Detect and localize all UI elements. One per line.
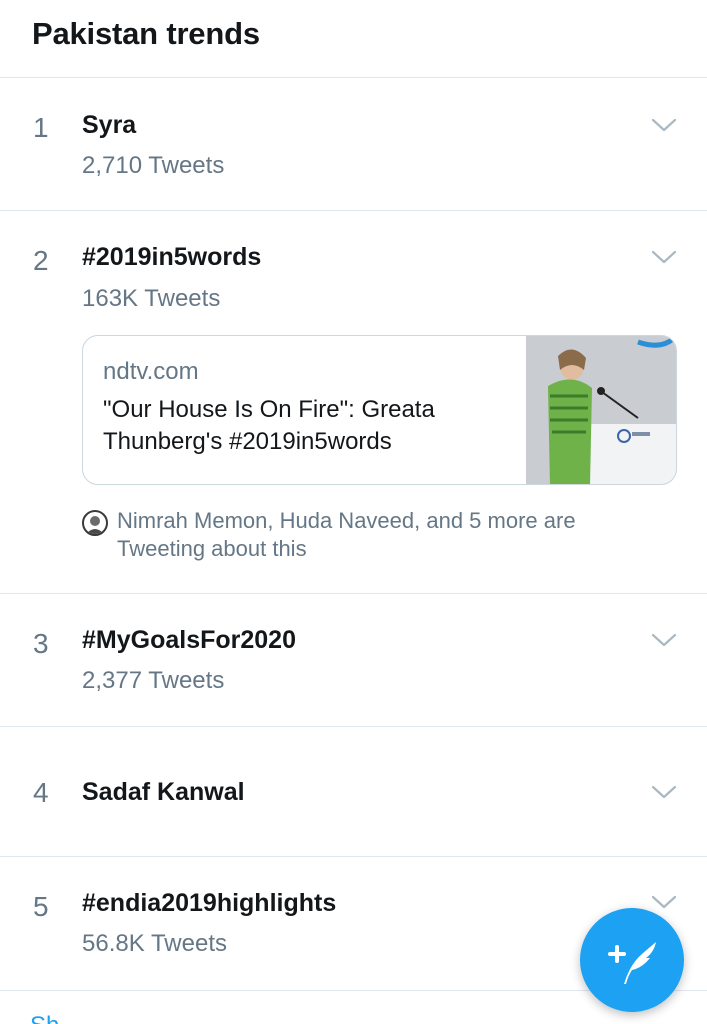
trend-rank: 3 — [33, 628, 49, 659]
social-context-text: Nimrah Memon, Huda Naveed, and 5 more ar… — [117, 508, 576, 561]
chevron-down-icon[interactable] — [651, 784, 677, 800]
chevron-down-icon[interactable] — [651, 249, 677, 265]
trend-tweet-count: 163K Tweets — [82, 285, 221, 312]
page-title: Pakistan trends — [32, 16, 260, 51]
compose-tweet-button[interactable] — [580, 908, 684, 1012]
page-header: Pakistan trends — [0, 0, 707, 78]
trend-tweet-count: 2,710 Tweets — [82, 152, 225, 179]
trend-name: Sadaf Kanwal — [82, 778, 245, 806]
trend-rank: 4 — [33, 777, 49, 808]
trend-item[interactable]: 1 Syra 2,710 Tweets — [0, 78, 707, 211]
user-avatar — [82, 510, 108, 536]
card-title: "Our House Is On Fire": Greata Thunberg'… — [103, 396, 435, 455]
link-preview-card[interactable]: ndtv.com "Our House Is On Fire": Greata … — [82, 335, 677, 485]
card-thumbnail-image — [526, 336, 676, 484]
trend-name: #MyGoalsFor2020 — [82, 626, 296, 654]
chevron-down-icon[interactable] — [651, 632, 677, 648]
trend-rank: 1 — [33, 112, 49, 143]
trends-page: Pakistan trends 1 Syra 2,710 Tweets 2 #2… — [0, 0, 707, 1024]
trend-tweet-count: 2,377 Tweets — [82, 667, 225, 694]
trend-name: #endia2019highlights — [82, 889, 337, 917]
show-more-link[interactable]: Sh — [30, 1012, 59, 1024]
trend-item[interactable]: 2 #2019in5words 163K Tweets ndtv.com "Ou… — [0, 211, 707, 594]
trend-item[interactable]: 4 Sadaf Kanwal — [0, 727, 707, 857]
chevron-down-icon[interactable] — [651, 117, 677, 133]
trend-name: #2019in5words — [82, 243, 262, 271]
trend-rank: 5 — [33, 891, 49, 922]
trend-item[interactable]: 3 #MyGoalsFor2020 2,377 Tweets — [0, 594, 707, 727]
card-domain: ndtv.com — [103, 358, 199, 385]
trend-name: Syra — [82, 111, 137, 139]
trend-rank: 2 — [33, 245, 49, 276]
compose-tweet-icon — [608, 942, 656, 984]
trend-tweet-count: 56.8K Tweets — [82, 930, 227, 957]
